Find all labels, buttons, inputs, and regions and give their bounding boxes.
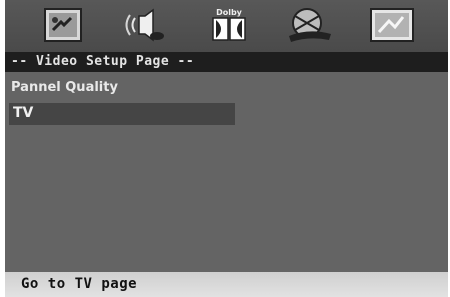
dolby-label: Dolby: [216, 8, 243, 17]
option-tv-label: TV: [13, 105, 34, 121]
status-bar: Go to TV page: [5, 272, 448, 297]
preference-setup-icon[interactable]: [369, 6, 415, 44]
setup-icon-toolbar: Dolby: [5, 0, 448, 52]
option-tv[interactable]: TV: [9, 103, 235, 125]
page-title: -- Video Setup Page --: [11, 54, 195, 69]
general-setup-icon[interactable]: [43, 6, 83, 44]
video-setup-icon[interactable]: [283, 6, 335, 44]
dolby-audio-icon[interactable]: Dolby: [209, 6, 249, 44]
setting-label[interactable]: Pannel Quality: [11, 80, 118, 95]
speaker-setup-icon[interactable]: [123, 6, 169, 44]
menu-panel: Pannel Quality TV: [5, 72, 448, 272]
osd-screen: Dolby -- Video Setup Page -- Pannel Qual…: [5, 0, 448, 297]
page-title-bar: -- Video Setup Page --: [5, 52, 448, 72]
status-text: Go to TV page: [21, 276, 138, 292]
